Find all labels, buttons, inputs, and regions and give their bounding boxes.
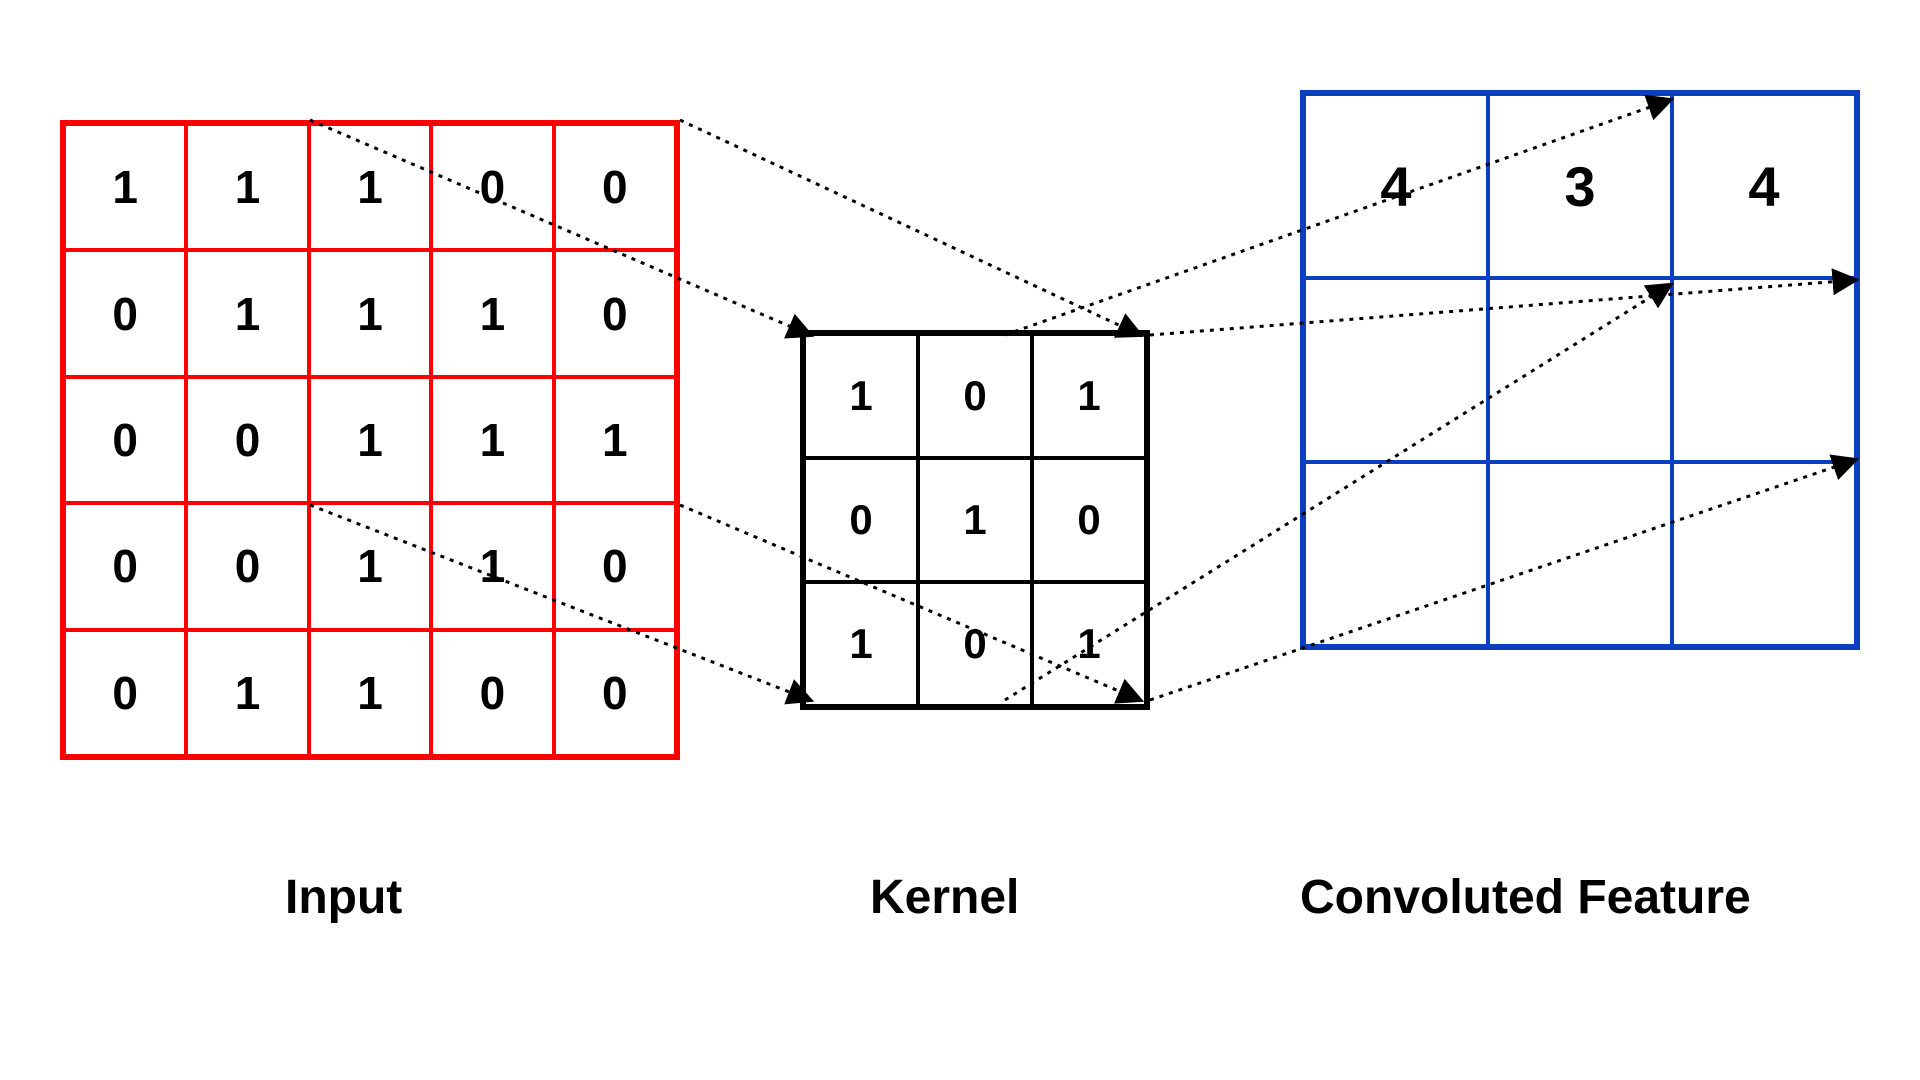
kernel-cell: 1: [804, 582, 918, 706]
kernel-cell: 1: [804, 334, 918, 458]
input-cell: 1: [431, 250, 553, 376]
input-cell: 0: [64, 377, 186, 503]
input-cell: 1: [309, 377, 431, 503]
kernel-matrix: 1 0 1 0 1 0 1 0 1: [800, 330, 1150, 710]
output-cell: [1304, 462, 1488, 646]
kernel-cell: 1: [918, 458, 1032, 582]
kernel-label: Kernel: [870, 870, 1019, 925]
input-cell: 1: [309, 630, 431, 756]
output-cell: [1304, 278, 1488, 462]
input-cell: 1: [186, 630, 308, 756]
output-label: Convoluted Feature: [1300, 870, 1751, 925]
input-matrix: 1 1 1 0 0 0 1 1 1 0 0 0 1 1 1 0 0 1 1 0 …: [60, 120, 680, 760]
input-cell: 0: [64, 630, 186, 756]
input-cell: 1: [431, 377, 553, 503]
output-cell: 4: [1672, 94, 1856, 278]
output-cell: [1672, 278, 1856, 462]
input-label: Input: [285, 870, 402, 925]
input-cell: 1: [64, 124, 186, 250]
kernel-cell: 0: [918, 334, 1032, 458]
input-cell: 0: [431, 124, 553, 250]
kernel-cell: 1: [1032, 334, 1146, 458]
output-cell: [1488, 278, 1672, 462]
input-cell: 0: [554, 250, 676, 376]
input-cell: 0: [64, 250, 186, 376]
input-cell: 0: [64, 503, 186, 629]
input-cell: 1: [309, 250, 431, 376]
kernel-cell: 0: [804, 458, 918, 582]
output-cell: 3: [1488, 94, 1672, 278]
input-cell: 0: [186, 377, 308, 503]
input-cell: 1: [554, 377, 676, 503]
output-cell: [1672, 462, 1856, 646]
kernel-cell: 1: [1032, 582, 1146, 706]
output-matrix: 4 3 4: [1300, 90, 1860, 650]
output-cell: [1488, 462, 1672, 646]
input-cell: 0: [554, 630, 676, 756]
input-cell: 1: [186, 124, 308, 250]
input-cell: 0: [186, 503, 308, 629]
input-cell: 1: [186, 250, 308, 376]
input-cell: 0: [554, 503, 676, 629]
input-cell: 0: [431, 630, 553, 756]
input-cell: 0: [554, 124, 676, 250]
kernel-cell: 0: [1032, 458, 1146, 582]
input-cell: 1: [309, 503, 431, 629]
input-cell: 1: [309, 124, 431, 250]
input-cell: 1: [431, 503, 553, 629]
output-cell: 4: [1304, 94, 1488, 278]
kernel-cell: 0: [918, 582, 1032, 706]
